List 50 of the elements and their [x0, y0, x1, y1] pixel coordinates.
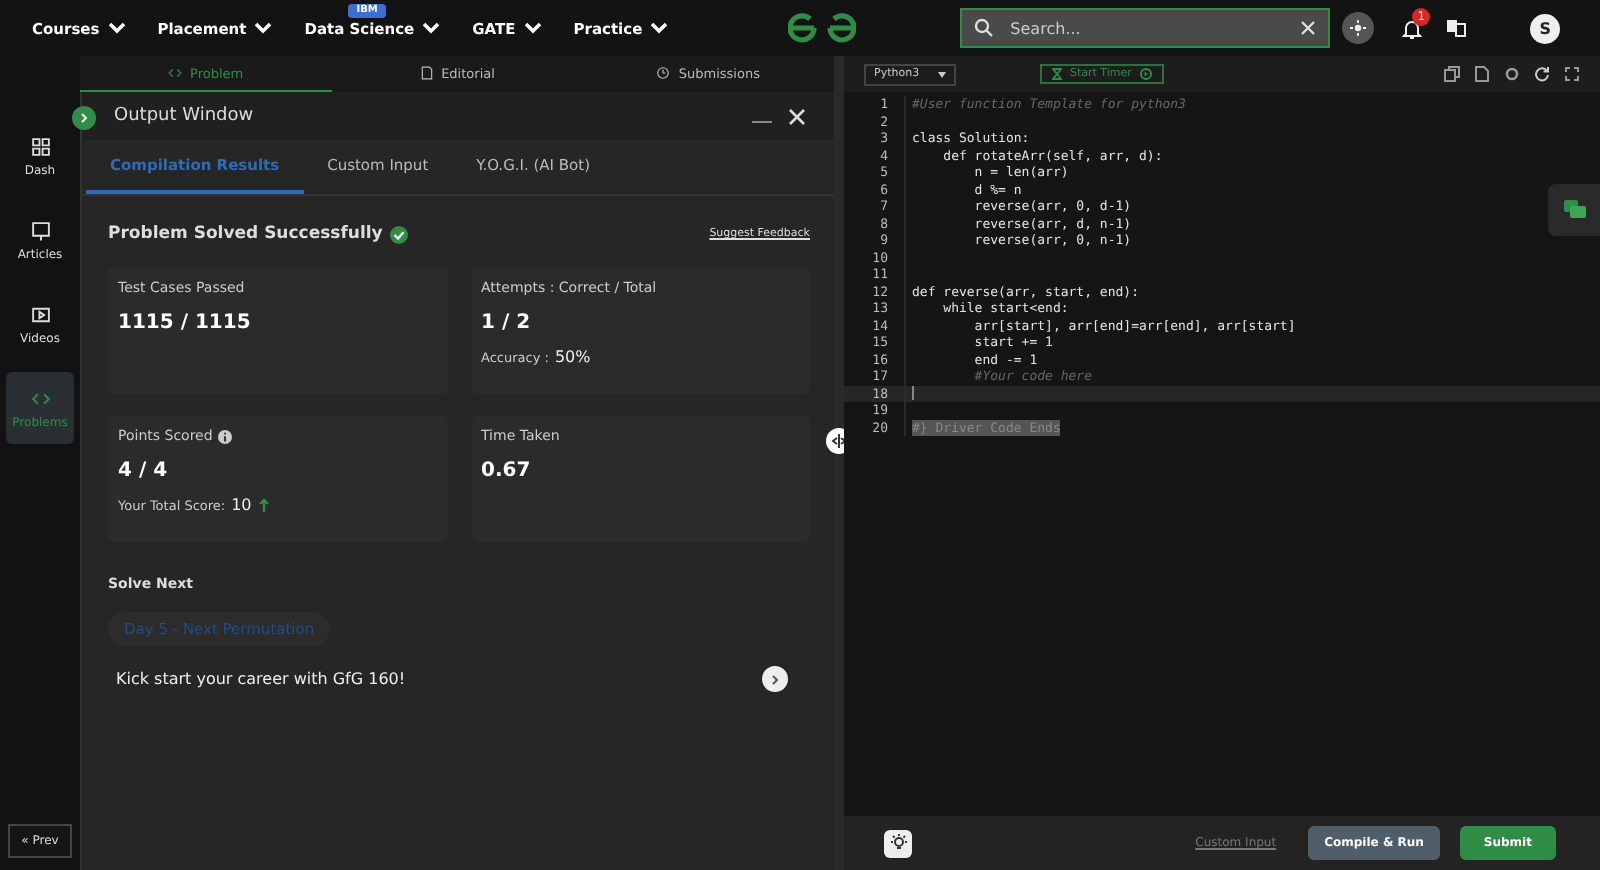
clock-icon	[656, 66, 671, 80]
chevron-icon	[650, 22, 669, 34]
monitor-icon	[29, 219, 51, 241]
promo-text: Kick start your career with GfG 160!	[116, 670, 408, 688]
theme-toggle[interactable]	[1342, 12, 1375, 44]
next-button[interactable]	[762, 666, 788, 692]
document-icon	[419, 66, 434, 80]
chevron-icon	[422, 22, 441, 34]
chat-button[interactable]	[1548, 184, 1600, 236]
logo-icon[interactable]	[788, 12, 857, 44]
chevron-icon	[523, 22, 542, 34]
search-input[interactable]: Search...	[1006, 17, 1289, 39]
search-icon	[974, 18, 995, 38]
stat-value: 4 / 4	[118, 460, 170, 482]
video-icon	[29, 303, 51, 325]
stat-value: 1 / 2	[481, 312, 533, 334]
check-icon	[390, 225, 409, 243]
stat-value: 1115 / 1115	[118, 312, 253, 334]
split-arrows-icon	[832, 434, 846, 448]
sun-icon	[1350, 20, 1367, 36]
stat-note-value: 50%	[554, 348, 591, 366]
chat-icon	[1563, 200, 1585, 220]
translate-icon[interactable]	[1446, 18, 1467, 38]
file-icon[interactable]	[1474, 66, 1490, 82]
bell-icon[interactable]	[1402, 17, 1423, 39]
close-icon[interactable]	[1300, 20, 1317, 36]
grid-icon	[29, 135, 51, 157]
result-heading: Problem Solved Successfully	[108, 224, 383, 244]
caret-icon	[938, 71, 946, 77]
info-icon[interactable]	[218, 429, 233, 443]
chevron-icon	[770, 673, 780, 685]
reset-icon[interactable]	[1534, 66, 1550, 82]
chevron-icon	[78, 112, 90, 124]
fullscreen-icon[interactable]	[1564, 66, 1580, 82]
stat-value: 0.67	[481, 460, 533, 482]
chevron-icon	[107, 22, 126, 34]
search-field[interactable]: Search...	[960, 8, 1331, 48]
close-icon[interactable]	[788, 107, 806, 125]
hint-button[interactable]	[884, 829, 912, 857]
code-icon	[168, 66, 183, 80]
window-title: Output Window	[114, 106, 256, 126]
play-icon	[1139, 68, 1152, 80]
user-avatar[interactable]: S	[1530, 13, 1561, 43]
stat-note-value: 10	[231, 496, 252, 514]
hourglass-icon	[1052, 68, 1062, 80]
text-cursor	[912, 386, 914, 401]
settings-icon[interactable]	[1504, 66, 1520, 82]
bulb-icon	[889, 834, 907, 852]
copy-icon[interactable]	[1444, 66, 1460, 82]
chevron-icon	[254, 22, 273, 34]
